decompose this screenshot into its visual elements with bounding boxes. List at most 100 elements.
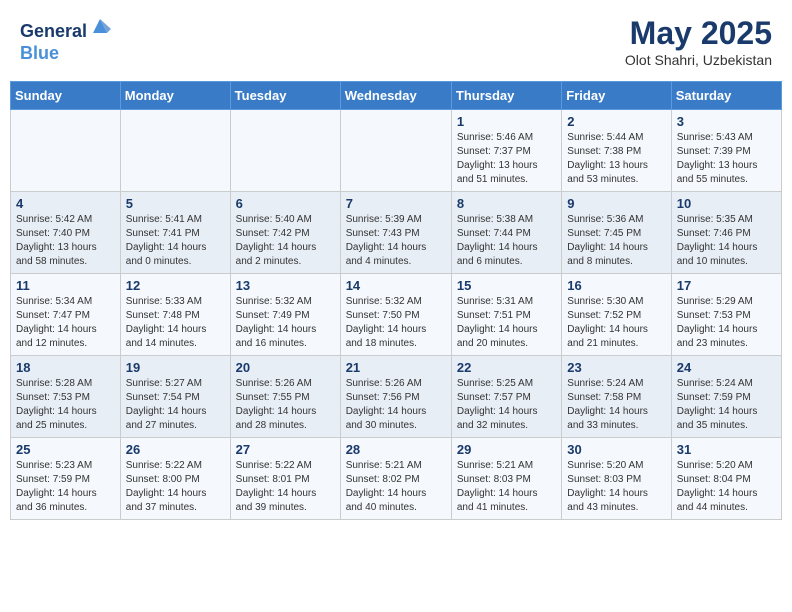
day-number: 28	[346, 442, 446, 457]
calendar-cell: 13 Sunrise: 5:32 AM Sunset: 7:49 PM Dayli…	[230, 274, 340, 356]
calendar-cell: 5Sunrise: 5:41 AM Sunset: 7:41 PM Daylig…	[120, 192, 230, 274]
day-info: Sunrise: 5:36 AM Sunset: 7:45 PM Dayligh…	[567, 213, 665, 269]
day-info: Sunrise: 5:46 AM Sunset: 7:37 PM Dayligh…	[457, 131, 556, 187]
logo-text: General	[20, 15, 111, 43]
location-subtitle: Olot Shahri, Uzbekistan	[625, 52, 772, 68]
day-info: Sunrise: 5:21 AM Sunset: 8:02 PM Dayligh…	[346, 459, 446, 515]
day-info: Sunrise: 5:31 AM Sunset: 7:51 PM Dayligh…	[457, 295, 556, 351]
calendar-cell: 27 Sunrise: 5:22 AM Sunset: 8:01 PM Dayli…	[230, 438, 340, 520]
day-number: 27	[236, 442, 335, 457]
day-number: 20	[236, 360, 335, 375]
day-number: 15	[457, 278, 556, 293]
day-info: Sunrise: 5:35 AM Sunset: 7:46 PM Dayligh…	[677, 213, 776, 269]
day-number: 3	[677, 114, 776, 129]
day-number: 19	[126, 360, 225, 375]
day-number: 2	[567, 114, 665, 129]
day-number: 7	[346, 196, 446, 211]
calendar-cell: 6Sunrise: 5:40 AM Sunset: 7:42 PM Daylig…	[230, 192, 340, 274]
day-number: 30	[567, 442, 665, 457]
day-number: 22	[457, 360, 556, 375]
day-header-monday: Monday	[120, 82, 230, 110]
day-number: 11	[16, 278, 115, 293]
day-info: Sunrise: 5:28 AM Sunset: 7:53 PM Dayligh…	[16, 377, 115, 433]
day-number: 17	[677, 278, 776, 293]
calendar-cell: 31Sunrise: 5:20 AM Sunset: 8:04 PM Dayli…	[671, 438, 781, 520]
day-info: Sunrise: 5:32 AM Sunset: 7:49 PM Dayligh…	[236, 295, 335, 351]
calendar-cell: 18 Sunrise: 5:28 AM Sunset: 7:53 PM Dayli…	[11, 356, 121, 438]
calendar-cell: 15 Sunrise: 5:31 AM Sunset: 7:51 PM Dayli…	[451, 274, 561, 356]
title-block: May 2025 Olot Shahri, Uzbekistan	[625, 15, 772, 68]
calendar-cell: 12 Sunrise: 5:33 AM Sunset: 7:48 PM Dayli…	[120, 274, 230, 356]
month-title: May 2025	[625, 15, 772, 52]
day-info: Sunrise: 5:43 AM Sunset: 7:39 PM Dayligh…	[677, 131, 776, 187]
calendar-cell: 4 Sunrise: 5:42 AM Sunset: 7:40 PM Daylig…	[11, 192, 121, 274]
calendar-cell: 11 Sunrise: 5:34 AM Sunset: 7:47 PM Dayli…	[11, 274, 121, 356]
day-info: Sunrise: 5:44 AM Sunset: 7:38 PM Dayligh…	[567, 131, 665, 187]
day-number: 16	[567, 278, 665, 293]
day-info: Sunrise: 5:24 AM Sunset: 7:58 PM Dayligh…	[567, 377, 665, 433]
calendar-cell: 20 Sunrise: 5:26 AM Sunset: 7:55 PM Dayli…	[230, 356, 340, 438]
day-info: Sunrise: 5:22 AM Sunset: 8:00 PM Dayligh…	[126, 459, 225, 515]
calendar-cell: 16 Sunrise: 5:30 AM Sunset: 7:52 PM Dayli…	[562, 274, 671, 356]
calendar-header-row: SundayMondayTuesdayWednesdayThursdayFrid…	[11, 82, 782, 110]
day-number: 10	[677, 196, 776, 211]
day-info: Sunrise: 5:29 AM Sunset: 7:53 PM Dayligh…	[677, 295, 776, 351]
day-info: Sunrise: 5:39 AM Sunset: 7:43 PM Dayligh…	[346, 213, 446, 269]
logo-icon	[89, 15, 111, 37]
calendar-cell: 10 Sunrise: 5:35 AM Sunset: 7:46 PM Dayli…	[671, 192, 781, 274]
calendar-cell: 2 Sunrise: 5:44 AM Sunset: 7:38 PM Daylig…	[562, 110, 671, 192]
calendar-cell: 19 Sunrise: 5:27 AM Sunset: 7:54 PM Dayli…	[120, 356, 230, 438]
day-number: 25	[16, 442, 115, 457]
day-number: 21	[346, 360, 446, 375]
calendar-cell: 22 Sunrise: 5:25 AM Sunset: 7:57 PM Dayli…	[451, 356, 561, 438]
day-header-tuesday: Tuesday	[230, 82, 340, 110]
page-header: General Blue May 2025 Olot Shahri, Uzbek…	[10, 10, 782, 73]
day-number: 13	[236, 278, 335, 293]
calendar-cell: 24Sunrise: 5:24 AM Sunset: 7:59 PM Dayli…	[671, 356, 781, 438]
day-number: 23	[567, 360, 665, 375]
calendar-week-1: 1 Sunrise: 5:46 AM Sunset: 7:37 PM Daylig…	[11, 110, 782, 192]
day-info: Sunrise: 5:34 AM Sunset: 7:47 PM Dayligh…	[16, 295, 115, 351]
calendar-cell: 7 Sunrise: 5:39 AM Sunset: 7:43 PM Daylig…	[340, 192, 451, 274]
day-info: Sunrise: 5:20 AM Sunset: 8:04 PM Dayligh…	[677, 459, 776, 515]
day-info: Sunrise: 5:22 AM Sunset: 8:01 PM Dayligh…	[236, 459, 335, 515]
calendar-cell: 14 Sunrise: 5:32 AM Sunset: 7:50 PM Dayli…	[340, 274, 451, 356]
day-header-thursday: Thursday	[451, 82, 561, 110]
day-info: Sunrise: 5:40 AM Sunset: 7:42 PM Dayligh…	[236, 213, 335, 269]
day-number: 18	[16, 360, 115, 375]
day-number: 1	[457, 114, 556, 129]
day-info: Sunrise: 5:23 AM Sunset: 7:59 PM Dayligh…	[16, 459, 115, 515]
day-header-saturday: Saturday	[671, 82, 781, 110]
day-number: 12	[126, 278, 225, 293]
day-number: 4	[16, 196, 115, 211]
day-info: Sunrise: 5:26 AM Sunset: 7:55 PM Dayligh…	[236, 377, 335, 433]
day-info: Sunrise: 5:25 AM Sunset: 7:57 PM Dayligh…	[457, 377, 556, 433]
day-info: Sunrise: 5:20 AM Sunset: 8:03 PM Dayligh…	[567, 459, 665, 515]
day-header-wednesday: Wednesday	[340, 82, 451, 110]
logo-blue: Blue	[20, 43, 111, 65]
calendar-cell: 3 Sunrise: 5:43 AM Sunset: 7:39 PM Daylig…	[671, 110, 781, 192]
day-header-friday: Friday	[562, 82, 671, 110]
calendar-cell: 28 Sunrise: 5:21 AM Sunset: 8:02 PM Dayli…	[340, 438, 451, 520]
day-header-sunday: Sunday	[11, 82, 121, 110]
calendar-cell: 26Sunrise: 5:22 AM Sunset: 8:00 PM Dayli…	[120, 438, 230, 520]
logo: General Blue	[20, 15, 111, 64]
calendar-cell: 30 Sunrise: 5:20 AM Sunset: 8:03 PM Dayli…	[562, 438, 671, 520]
calendar-cell: 29 Sunrise: 5:21 AM Sunset: 8:03 PM Dayli…	[451, 438, 561, 520]
day-info: Sunrise: 5:21 AM Sunset: 8:03 PM Dayligh…	[457, 459, 556, 515]
day-number: 9	[567, 196, 665, 211]
day-number: 29	[457, 442, 556, 457]
calendar-table: SundayMondayTuesdayWednesdayThursdayFrid…	[10, 81, 782, 520]
calendar-cell: 9 Sunrise: 5:36 AM Sunset: 7:45 PM Daylig…	[562, 192, 671, 274]
day-number: 14	[346, 278, 446, 293]
calendar-week-2: 4 Sunrise: 5:42 AM Sunset: 7:40 PM Daylig…	[11, 192, 782, 274]
calendar-week-4: 18 Sunrise: 5:28 AM Sunset: 7:53 PM Dayli…	[11, 356, 782, 438]
day-info: Sunrise: 5:27 AM Sunset: 7:54 PM Dayligh…	[126, 377, 225, 433]
calendar-cell: 25 Sunrise: 5:23 AM Sunset: 7:59 PM Dayli…	[11, 438, 121, 520]
calendar-cell: 17 Sunrise: 5:29 AM Sunset: 7:53 PM Dayli…	[671, 274, 781, 356]
day-info: Sunrise: 5:42 AM Sunset: 7:40 PM Dayligh…	[16, 213, 115, 269]
calendar-week-5: 25 Sunrise: 5:23 AM Sunset: 7:59 PM Dayli…	[11, 438, 782, 520]
day-info: Sunrise: 5:30 AM Sunset: 7:52 PM Dayligh…	[567, 295, 665, 351]
day-info: Sunrise: 5:33 AM Sunset: 7:48 PM Dayligh…	[126, 295, 225, 351]
day-info: Sunrise: 5:32 AM Sunset: 7:50 PM Dayligh…	[346, 295, 446, 351]
